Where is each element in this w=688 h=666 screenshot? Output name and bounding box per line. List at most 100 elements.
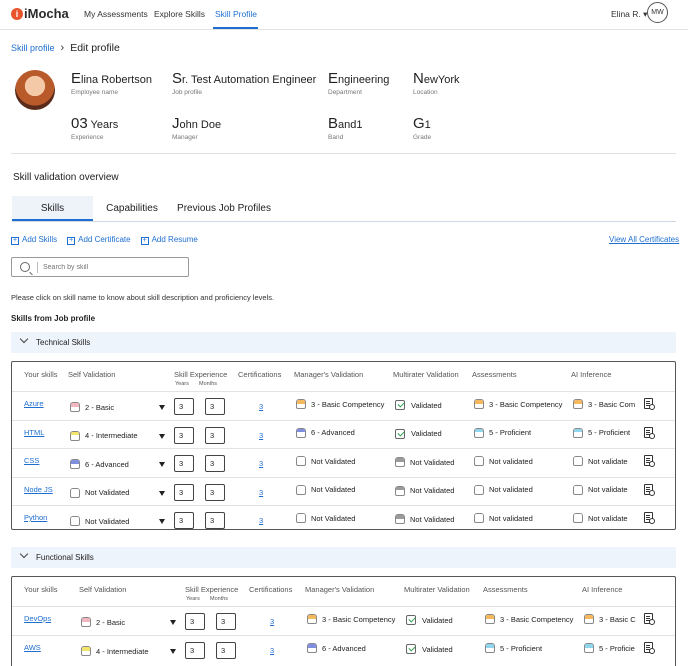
profile-photo	[15, 70, 55, 110]
manager-validation-value: 6 - Advanced	[322, 643, 366, 653]
skill-name-link[interactable]: Python	[24, 513, 47, 522]
view-details-icon[interactable]	[644, 455, 655, 467]
self-validation-select[interactable]: 4 - Intermediate	[70, 429, 138, 443]
months-input[interactable]: 3	[205, 398, 225, 415]
assessments-value: Not validated	[489, 513, 533, 523]
badge-fill	[475, 400, 483, 404]
proficiency-badge-icon	[70, 516, 80, 526]
self-validation-select[interactable]: 2 - Basic	[70, 400, 114, 414]
badge-fill	[574, 485, 582, 490]
proficiency-badge-icon	[296, 427, 306, 438]
employee-name-field: Elina Robertson Employee name	[71, 70, 152, 96]
column-header-multirater: Multirater Validation	[404, 585, 470, 594]
years-input[interactable]: 3	[174, 398, 194, 415]
years-input[interactable]: 3	[174, 455, 194, 472]
user-menu[interactable]: Elina R. ▾	[611, 9, 647, 20]
certifications-count-link[interactable]: 3	[259, 402, 263, 411]
functional-skills-group-header[interactable]: Functional Skills	[11, 547, 676, 568]
ai-inference-value: 5 - Proficient	[588, 428, 631, 437]
badge-fill	[71, 431, 79, 436]
dropdown-arrow-icon[interactable]	[159, 490, 165, 496]
multirater-value: Validated	[422, 615, 453, 625]
imocha-logo[interactable]: i iMocha	[11, 6, 69, 21]
tab-previous-job-profiles[interactable]: Previous Job Profiles	[172, 196, 276, 221]
nav-explore-skills[interactable]: Explore Skills	[154, 9, 205, 19]
nav-my-assessments[interactable]: My Assessments	[84, 9, 148, 19]
proficiency-badge-icon	[296, 484, 306, 495]
validated-check-icon	[406, 615, 416, 625]
chevron-right-icon: ›	[60, 42, 65, 54]
page-title: Edit profile	[70, 42, 120, 54]
technical-skills-group-header[interactable]: Technical Skills	[11, 332, 676, 353]
nav-skill-profile[interactable]: Skill Profile	[215, 9, 257, 19]
certifications-count-link[interactable]: 3	[270, 617, 274, 626]
self-validation-select[interactable]: Not Validated	[70, 514, 129, 528]
dropdown-arrow-icon[interactable]	[159, 519, 165, 524]
manager-validation-value: 3 - Basic Competency	[311, 399, 385, 409]
view-details-icon[interactable]	[644, 483, 655, 496]
manager-validation-value: Not Validated	[311, 513, 356, 523]
badge-fill	[574, 457, 582, 461]
row-divider	[12, 635, 675, 636]
months-input[interactable]: 3	[216, 613, 236, 630]
dropdown-arrow-icon[interactable]	[170, 620, 176, 625]
add-skills-button[interactable]: + Add Skills	[11, 235, 57, 245]
dropdown-arrow-icon[interactable]	[170, 649, 176, 654]
ai-inference-cell: Not validate	[573, 454, 640, 468]
self-validation-select[interactable]: 4 - Intermediate	[81, 644, 149, 658]
self-validation-select[interactable]: 2 - Basic	[81, 615, 125, 629]
badge-fill	[475, 514, 483, 518]
certifications-count-link[interactable]: 3	[259, 459, 263, 468]
months-subheader: Months	[199, 381, 218, 387]
certifications-count-link[interactable]: 3	[259, 488, 263, 497]
months-input[interactable]: 3	[216, 642, 236, 659]
certifications-count-link[interactable]: 3	[259, 431, 263, 440]
years-input[interactable]: 3	[185, 613, 205, 630]
breadcrumb-skill-profile[interactable]: Skill profile	[11, 43, 55, 53]
badge-fill	[574, 428, 582, 433]
dropdown-arrow-icon[interactable]	[159, 462, 165, 467]
badge-fill	[82, 618, 90, 622]
skill-name-link[interactable]: HTML	[24, 428, 44, 437]
skill-name-link[interactable]: Node JS	[24, 485, 53, 494]
view-details-icon[interactable]	[644, 398, 655, 410]
view-details-icon[interactable]	[644, 426, 655, 439]
certifications-count-link[interactable]: 3	[259, 516, 263, 525]
tab-capabilities[interactable]: Capabilities	[98, 196, 166, 221]
view-all-certificates-link[interactable]: View All Certificates	[609, 235, 679, 244]
ai-inference-cell: 3 - Basic C	[584, 612, 640, 626]
certifications-count-link[interactable]: 3	[270, 646, 274, 655]
ai-inference-value: 3 - Basic C	[599, 614, 636, 624]
dropdown-arrow-icon[interactable]	[159, 405, 165, 410]
months-input[interactable]: 3	[205, 483, 225, 501]
add-resume-button[interactable]: + Add Resume	[140, 235, 198, 245]
grade-field: G1 Grade	[413, 115, 432, 141]
proficiency-badge-icon	[474, 484, 484, 495]
self-validation-select[interactable]: Not Validated	[70, 486, 129, 500]
view-details-icon[interactable]	[644, 512, 655, 524]
years-input[interactable]: 3	[174, 483, 194, 501]
tab-skills[interactable]: Skills	[12, 196, 93, 221]
view-details-icon[interactable]	[644, 642, 655, 654]
skill-name-link[interactable]: AWS	[24, 643, 41, 652]
search-input[interactable]	[43, 261, 183, 274]
years-input[interactable]: 3	[185, 642, 205, 659]
proficiency-badge-icon	[485, 614, 495, 624]
months-input[interactable]: 3	[205, 455, 225, 472]
skill-name-link[interactable]: CSS	[24, 456, 39, 465]
months-input[interactable]: 3	[205, 426, 225, 444]
skill-name-link[interactable]: DevOps	[24, 614, 51, 623]
avatar[interactable]: MW	[647, 2, 668, 23]
multirater-validation-cell: Not Validated	[395, 512, 454, 526]
badge-fill	[475, 485, 483, 490]
skill-name-link[interactable]: Azure	[24, 399, 44, 408]
view-details-icon[interactable]	[644, 613, 655, 625]
months-input[interactable]: 3	[205, 512, 225, 529]
add-certificate-button[interactable]: + Add Certificate	[67, 235, 131, 245]
years-input[interactable]: 3	[174, 512, 194, 529]
plus-square-icon: +	[67, 237, 76, 245]
dropdown-arrow-icon[interactable]	[159, 433, 165, 439]
tab-bar: Skills Capabilities Previous Job Profile…	[12, 196, 676, 222]
years-input[interactable]: 3	[174, 426, 194, 444]
self-validation-select[interactable]: 6 - Advanced	[70, 457, 129, 471]
